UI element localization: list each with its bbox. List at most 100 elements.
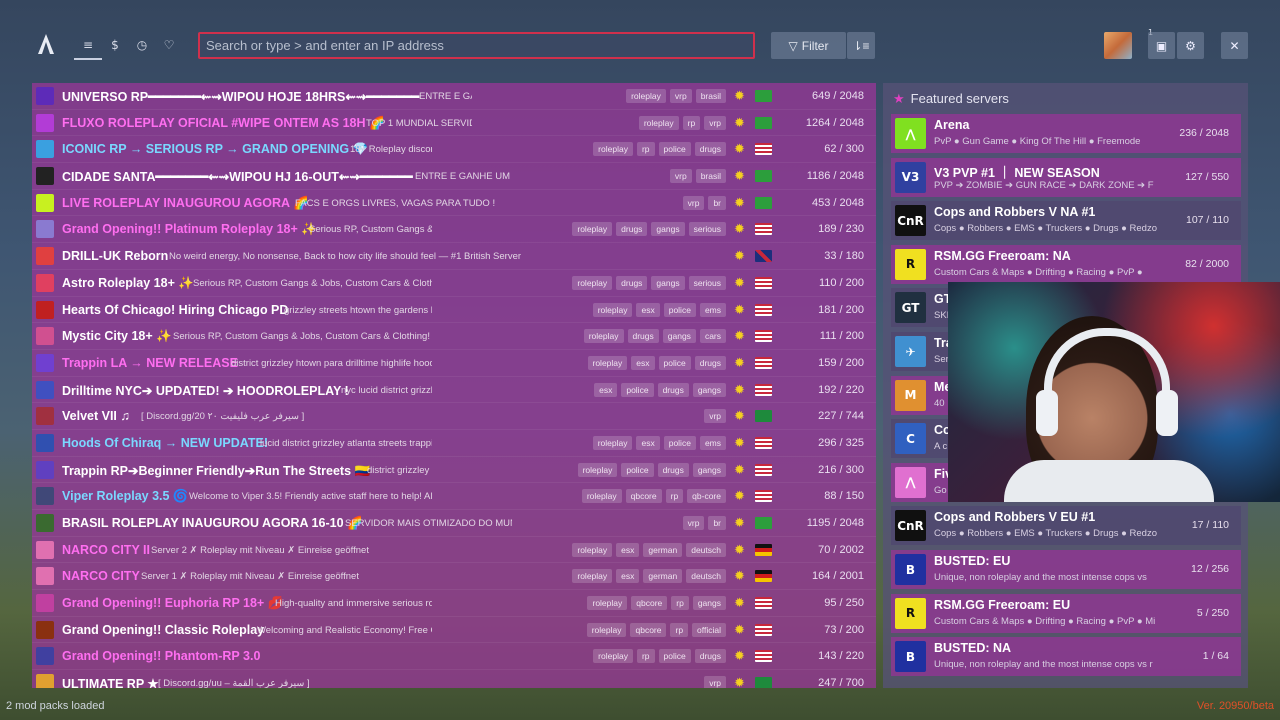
server-row[interactable]: DRILL-UK Reborn No weird energy, No nons… <box>32 243 876 270</box>
server-row[interactable]: Grand Opening!! Euphoria RP 18+ 💋 High-q… <box>32 590 876 617</box>
server-tag: police <box>658 142 691 157</box>
country-flag-icon <box>755 677 772 688</box>
server-row[interactable]: Mystic City 18+ ✨ Serious RP, Custom Gan… <box>32 323 876 350</box>
server-tag: rp <box>636 649 655 664</box>
server-tag: serious <box>688 222 726 237</box>
status-text: 2 mod packs loaded <box>6 700 105 712</box>
featured-server-icon: ⋀ <box>895 118 926 149</box>
server-row[interactable]: Grand Opening!! Classic Roleplay Welcomi… <box>32 617 876 644</box>
server-icon <box>36 167 54 186</box>
server-tag: rp <box>682 115 701 130</box>
featured-server-name: RSM.GG Freeroam: EU <box>934 597 1071 612</box>
server-row[interactable]: Velvet VII ♫ [ Discord.gg/20 سيرفر عرب ف… <box>32 403 876 430</box>
country-flag-icon <box>755 143 772 156</box>
sun-icon: ✹ <box>734 274 745 290</box>
sun-icon: ✹ <box>734 194 745 210</box>
filter-button[interactable]: ▽ Filter <box>771 32 846 59</box>
server-icon <box>36 273 54 292</box>
server-row[interactable]: Viper Roleplay 3.5 🌀 Welcome to Viper 3.… <box>32 483 876 510</box>
server-row[interactable]: ICONIC RP → SERIOUS RP → GRAND OPENING 💎… <box>32 136 876 164</box>
server-icon <box>36 300 54 319</box>
server-description: district grizzley htown para drilltime h… <box>231 357 432 369</box>
featured-server-icon: ✈ <box>895 336 926 367</box>
server-icon <box>36 514 54 532</box>
list-icon[interactable]: ≡ <box>74 36 102 60</box>
server-name: Grand Opening!! Platinum Roleplay 18+ ✨ <box>62 222 317 237</box>
featured-server-description: Unique, non roleplay and the most intens… <box>934 572 1147 583</box>
server-row[interactable]: NARCO CITY II Server 2 ✗ Roleplay mit Ni… <box>32 537 876 564</box>
sun-icon: ✹ <box>734 168 745 184</box>
server-row[interactable]: Astro Roleplay 18+ ✨ Serious RP, Custom … <box>32 270 876 297</box>
player-count: 1195 / 2048 <box>806 517 864 529</box>
server-row[interactable]: CIDADE SANTA━━━━━━━⇜⇝WIPOU HJ 16-OUT⇜⇝━━… <box>32 163 876 190</box>
close-icon: ✕ <box>1229 38 1240 53</box>
sort-button[interactable]: ⇂≡ <box>847 32 875 59</box>
player-count: 62 / 300 <box>824 143 864 156</box>
server-tag: drugs <box>616 222 648 237</box>
server-tags: roleplay rp police drugs <box>593 142 726 157</box>
sun-icon: ✹ <box>734 488 745 504</box>
top-bar: ≡ $ ◷ ♡ ▽ Filter ⇂≡ 1 ▣ ⚙ ✕ <box>0 0 1280 90</box>
heart-icon[interactable]: ♡ <box>158 36 180 54</box>
server-tag: roleplay <box>577 462 618 477</box>
server-description: Welcoming and Realistic Economy! Free Ga… <box>257 624 432 636</box>
fivem-logo[interactable] <box>37 33 55 55</box>
country-flag-icon <box>755 250 772 263</box>
featured-card[interactable]: B BUSTED: EU Unique, non roleplay and th… <box>891 550 1241 589</box>
search-input[interactable] <box>200 34 753 57</box>
sort-icon: ⇂≡ <box>852 38 870 53</box>
server-tag: roleplay <box>581 489 622 504</box>
server-description: Serious RP, Custom Gangs & Jobs, Custom … <box>309 224 432 236</box>
settings-button[interactable]: ⚙ <box>1177 32 1204 59</box>
server-row[interactable]: FLUXO ROLEPLAY OFICIAL #WIPE ONTEM AS 18… <box>32 110 876 137</box>
featured-card[interactable]: CnR Cops and Robbers V EU #1 Cops ● Robb… <box>891 506 1241 546</box>
star-icon: ★ <box>893 91 905 106</box>
featured-card[interactable]: ⋀ Arena PvP ● Gun Game ● King Of The Hil… <box>891 114 1241 153</box>
server-row[interactable]: Trappin LA → NEW RELEASE district grizzl… <box>32 350 876 377</box>
server-tag: drugs <box>657 382 689 397</box>
clock-icon[interactable]: ◷ <box>131 36 153 54</box>
server-row[interactable]: Hearts Of Chicago! Hiring Chicago PD gri… <box>32 297 876 324</box>
server-tag: roleplay <box>572 275 613 290</box>
server-row[interactable]: Drilltime NYC➔ UPDATED! ➔ HOODROLEPLAY !… <box>32 377 876 404</box>
notifications-button[interactable]: ▣ <box>1148 32 1175 59</box>
featured-server-description: Cops ● Robbers ● EMS ● Truckers ● Drugs … <box>934 528 1157 540</box>
player-count: 1186 / 2048 <box>806 170 864 183</box>
sun-icon: ✹ <box>734 141 745 157</box>
server-row[interactable]: ULTIMATE RP ★ [ Discord.gg/uu – سيرفر عر… <box>32 670 876 688</box>
featured-card[interactable]: R RSM.GG Freeroam: EU Custom Cars & Maps… <box>891 593 1241 633</box>
server-row[interactable]: BRASIL ROLEPLAY INAUGUROU AGORA 16-10 🌈 … <box>32 510 876 537</box>
server-name: FLUXO ROLEPLAY OFICIAL #WIPE ONTEM AS 18… <box>62 115 385 130</box>
close-button[interactable]: ✕ <box>1221 32 1248 59</box>
server-description: FACS E ORGS LIVRES, VAGAS PARA TUDO ! <box>295 197 496 209</box>
featured-card[interactable]: B BUSTED: NA Unique, non roleplay and th… <box>891 637 1241 677</box>
server-row[interactable]: Grand Opening!! Phantom-RP 3.0 roleplay r… <box>32 643 876 671</box>
sun-icon: ✹ <box>734 301 745 317</box>
server-tag: vrp <box>704 676 726 688</box>
server-row[interactable]: Grand Opening!! Platinum Roleplay 18+ ✨ … <box>32 216 876 244</box>
dollar-icon[interactable]: $ <box>104 36 126 54</box>
server-tags: roleplay esx police ems <box>592 435 726 450</box>
server-name: UNIVERSO RP━━━━━━━⇜⇝WIPOU HOJE 18HRS⇜⇝━━… <box>62 90 420 104</box>
server-tag: rp <box>665 489 684 504</box>
server-tag: brasil <box>695 169 726 184</box>
avatar[interactable] <box>1104 32 1132 59</box>
server-row[interactable]: Trappin RP➔Beginner Friendly➔Run The Str… <box>32 457 876 484</box>
search-box[interactable] <box>198 32 755 59</box>
server-tag: roleplay <box>593 142 633 157</box>
server-tag: vrp <box>704 409 726 424</box>
server-row[interactable]: NARCO CITY Server 1 ✗ Roleplay mit Nivea… <box>32 563 876 591</box>
server-tag: vrp <box>669 89 692 103</box>
server-name: ULTIMATE RP ★ <box>62 677 159 688</box>
server-row[interactable]: UNIVERSO RP━━━━━━━⇜⇝WIPOU HOJE 18HRS⇜⇝━━… <box>32 83 876 110</box>
player-count: 296 / 325 <box>818 436 864 449</box>
server-tag: roleplay <box>572 222 613 237</box>
server-description: SERVIDOR MAIS OTIMIZADO DO MUNDO, ENTRE … <box>345 518 512 529</box>
featured-card[interactable]: V3 V3 PVP #1 ｜ NEW SEASON PVP ➔ ZOMBIE ➔… <box>891 157 1241 197</box>
featured-player-count: 1 / 64 <box>1202 650 1229 663</box>
server-row[interactable]: Hoods Of Chiraq → NEW UPDATE! lucid dist… <box>32 430 876 457</box>
featured-card[interactable]: R RSM.GG Freeroam: NA Custom Cars & Maps… <box>891 244 1241 284</box>
server-row[interactable]: LIVE ROLEPLAY INAUGUROU AGORA 🌈 FACS E O… <box>32 190 876 217</box>
server-tag: roleplay <box>583 329 624 344</box>
featured-card[interactable]: CnR Cops and Robbers V NA #1 Cops ● Robb… <box>891 201 1241 241</box>
